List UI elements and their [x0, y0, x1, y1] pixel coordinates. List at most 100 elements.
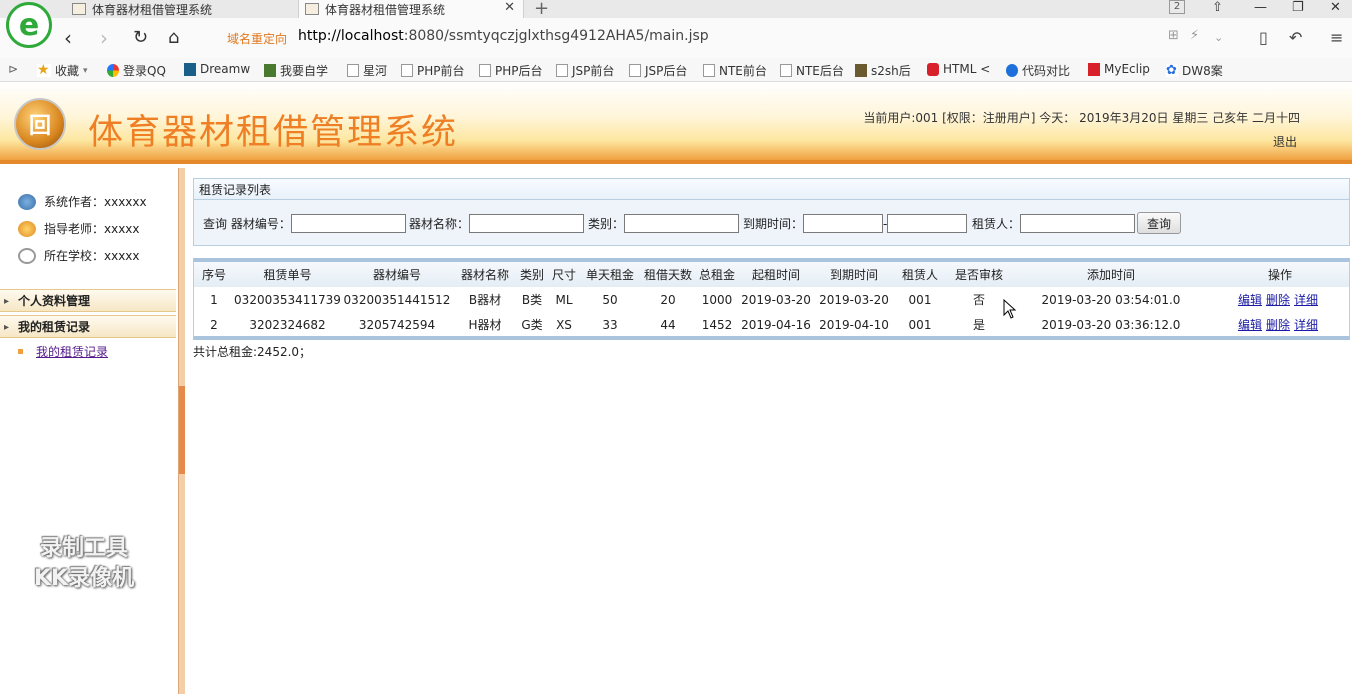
home-icon[interactable]: ⌂ [168, 27, 179, 48]
myeclipse-icon [1088, 62, 1100, 76]
tab-count-badge[interactable]: 2 [1169, 0, 1185, 14]
sidebar-item-rentals[interactable]: 我的租赁记录 [0, 315, 176, 339]
browser-nav-bar: e ‹ › ↻ ⌂ 域名重定向 http://localhost:8080/ss… [0, 2, 1352, 58]
bookmark-item[interactable]: 我要自学 [264, 62, 328, 79]
column-header: 总租金 [697, 262, 737, 287]
bookmark-item[interactable]: MyEclip [1088, 62, 1150, 76]
search-button[interactable]: 查询 [1137, 212, 1181, 234]
bookmark-item[interactable]: NTE前台 [703, 62, 767, 79]
cell-equip-no: 3205742594 [358, 317, 436, 332]
column-header: 器材名称 [453, 262, 517, 287]
bookmark-icon[interactable]: ▯ [1259, 28, 1268, 47]
cell-added: 2019-03-20 03:54:01.0 [1041, 292, 1181, 307]
cell-category: G类 [521, 318, 543, 332]
cell-no: 1 [210, 292, 218, 307]
cell-renter: 001 [908, 292, 932, 307]
cell-name: B器材 [468, 293, 502, 307]
qr-icon[interactable]: ⊞ [1168, 28, 1179, 43]
globe-icon [107, 64, 119, 77]
url-path: :8080/ssmtyqczjglxthsg4912AHA5/main.jsp [403, 28, 709, 44]
browser-logo-icon[interactable]: e [6, 2, 52, 48]
compare-icon [1006, 64, 1018, 77]
cell-name: H器材 [468, 318, 502, 332]
page-icon [556, 64, 568, 77]
detail-link[interactable]: 详细 [1294, 318, 1318, 332]
menu-icon[interactable]: ≡ [1330, 28, 1343, 47]
cell-equip-no: 03200351441512 [343, 292, 451, 307]
sidebar-info-author: 系统作者：xxxxxx [18, 193, 147, 210]
detail-link[interactable]: 详细 [1294, 293, 1318, 307]
equip-name-input[interactable] [469, 214, 585, 233]
splitter-handle[interactable] [179, 386, 185, 474]
rental-table-wrap: 序号 租赁单号 器材编号 器材名称 类别 尺寸 单天租金 租借天数 总租金 起租… [193, 258, 1350, 340]
address-bar[interactable]: http://localhost:8080/ssmtyqczjglxthsg49… [298, 28, 709, 44]
sidebar-item-profile[interactable]: 个人资料管理 [0, 289, 176, 313]
close-tab-icon[interactable]: ✕ [504, 0, 515, 15]
table-row: 2 3202324682 3205742594 H器材 G类 XS 33 44 … [194, 312, 1349, 337]
restore-icon[interactable]: ❐ [1292, 0, 1304, 15]
rental-table: 序号 租赁单号 器材编号 器材名称 类别 尺寸 单天租金 租借天数 总租金 起租… [194, 262, 1349, 337]
bookmark-item[interactable]: ✿ DW8案 [1166, 62, 1223, 79]
reload-icon[interactable]: ↻ [133, 27, 148, 48]
app-header: 回 体育器材租借管理系统 当前用户:001 [权限：注册用户] 今天： 2019… [0, 82, 1352, 164]
dropdown-icon[interactable]: ⌄ [1214, 31, 1223, 44]
due-date-to-input[interactable] [887, 214, 968, 233]
sidebar-subitem-my-rentals[interactable]: 我的租赁记录 [18, 343, 108, 360]
page-icon [347, 64, 359, 77]
page-favicon-icon [305, 3, 319, 15]
renter-input[interactable] [1020, 214, 1136, 233]
delete-link[interactable]: 删除 [1266, 318, 1290, 332]
bookmark-item[interactable]: 星河 [347, 62, 387, 79]
sidebar-toggle-icon[interactable]: ⊳ [8, 62, 18, 76]
bookmark-item[interactable]: JSP后台 [629, 62, 687, 79]
bookmark-item[interactable]: 登录QQ [107, 62, 166, 79]
due-date-from-input[interactable] [803, 214, 884, 233]
cell-order: 03200353411739 [234, 292, 341, 307]
image-icon [855, 64, 867, 77]
bookmarks-bar: ⊳ ★ 收藏 ▾ 登录QQ Dreamw 我要自学 星河 PHP前台 PHP后台 J… [0, 58, 1352, 82]
minimize-icon[interactable]: — [1254, 0, 1267, 15]
url-host: http://localhost [298, 28, 404, 44]
bookmark-item[interactable]: 代码对比 [1006, 62, 1070, 79]
table-row: 1 03200353411739 03200351441512 B器材 B类 M… [194, 287, 1349, 312]
bookmark-item[interactable]: HTML < [927, 62, 990, 76]
user-info: 当前用户:001 [权限：注册用户] 今天： 2019年3月20日 星期三 己亥… [863, 111, 1300, 125]
bookmark-item[interactable]: s2sh后 [855, 62, 911, 79]
delete-link[interactable]: 删除 [1266, 293, 1290, 307]
lightning-icon[interactable]: ⚡ [1190, 28, 1199, 43]
bookmark-item[interactable]: NTE后台 [780, 62, 844, 79]
new-tab-icon[interactable]: + [534, 0, 549, 19]
cell-total: 1452 [701, 317, 733, 332]
search-due-date: 到期时间： - [743, 214, 968, 233]
category-input[interactable] [624, 214, 740, 233]
forward-icon[interactable]: › [100, 26, 108, 50]
bookmark-item[interactable]: Dreamw [184, 62, 250, 76]
cell-daily: 33 [602, 317, 618, 332]
bookmark-item[interactable]: PHP后台 [479, 62, 543, 79]
cell-size: XS [556, 317, 572, 332]
star-icon: ★ [37, 62, 51, 78]
undo-icon[interactable]: ↶ [1289, 28, 1302, 47]
bookmark-item[interactable]: ★ 收藏 ▾ [37, 62, 88, 79]
search-renter: 租赁人： [972, 214, 1136, 233]
skin-icon[interactable]: ⇧ [1212, 0, 1223, 15]
back-icon[interactable]: ‹ [64, 26, 72, 50]
main-panel: 租赁记录列表 查询 器材编号： 器材名称： 类别： 到期时间： - 租赁人： 查… [193, 178, 1350, 246]
cell-renter: 001 [908, 317, 932, 332]
browser-tab-2[interactable]: 体育器材租借管理系统 ✕ [298, 0, 524, 18]
logout-link[interactable]: 退出 [1273, 133, 1297, 150]
redirect-label[interactable]: 域名重定向 [227, 30, 287, 47]
edit-link[interactable]: 编辑 [1238, 318, 1262, 332]
equip-no-input[interactable] [290, 214, 406, 233]
cell-days: 44 [660, 317, 676, 332]
cell-due: 2019-03-20 [819, 292, 889, 307]
browser-tab-1[interactable]: 体育器材租借管理系统 [72, 0, 296, 18]
cell-due: 2019-04-10 [819, 317, 889, 332]
tab-title: 体育器材租借管理系统 [325, 2, 446, 17]
bookmark-item[interactable]: JSP前台 [556, 62, 614, 79]
edit-link[interactable]: 编辑 [1238, 293, 1262, 307]
sidebar-splitter[interactable] [178, 168, 185, 694]
column-header: 序号 [194, 262, 234, 287]
close-window-icon[interactable]: ✕ [1330, 0, 1341, 15]
bookmark-item[interactable]: PHP前台 [401, 62, 465, 79]
